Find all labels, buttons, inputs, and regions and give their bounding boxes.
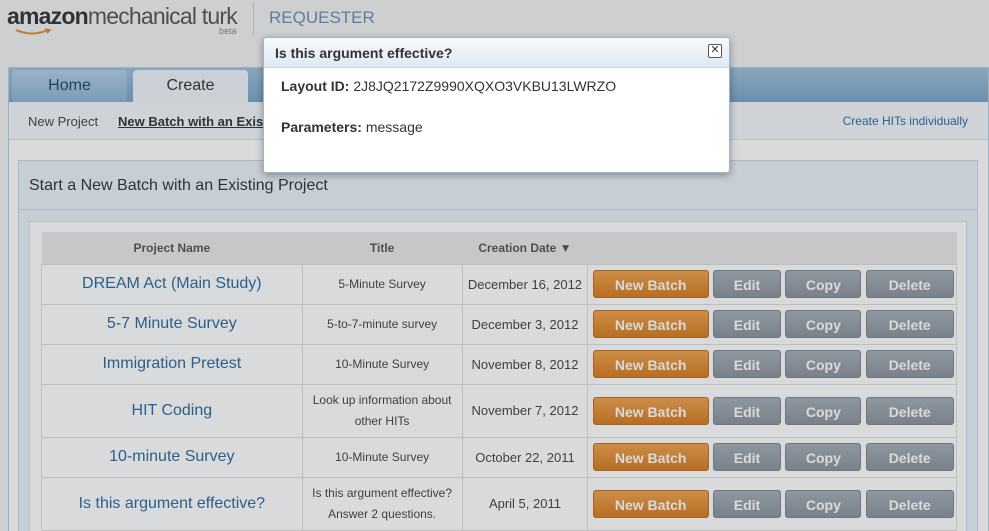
parameters-value: message [365, 119, 423, 135]
layout-id-value: 2J8JQ2172Z9990XQXO3VKBU13LWRZO [353, 78, 617, 94]
dialog-title: Is this argument effective? [275, 45, 453, 61]
layout-id-label: Layout ID: [281, 78, 350, 94]
project-info-dialog: Is this argument effective? ✕ Layout ID:… [263, 37, 730, 173]
parameters-row: Parameters: message [281, 119, 423, 135]
dialog-header: Is this argument effective? ✕ [264, 38, 729, 68]
close-icon[interactable]: ✕ [708, 44, 722, 58]
layout-id-row: Layout ID: 2J8JQ2172Z9990XQXO3VKBU13LWRZ… [281, 78, 616, 94]
parameters-label: Parameters: [281, 119, 362, 135]
